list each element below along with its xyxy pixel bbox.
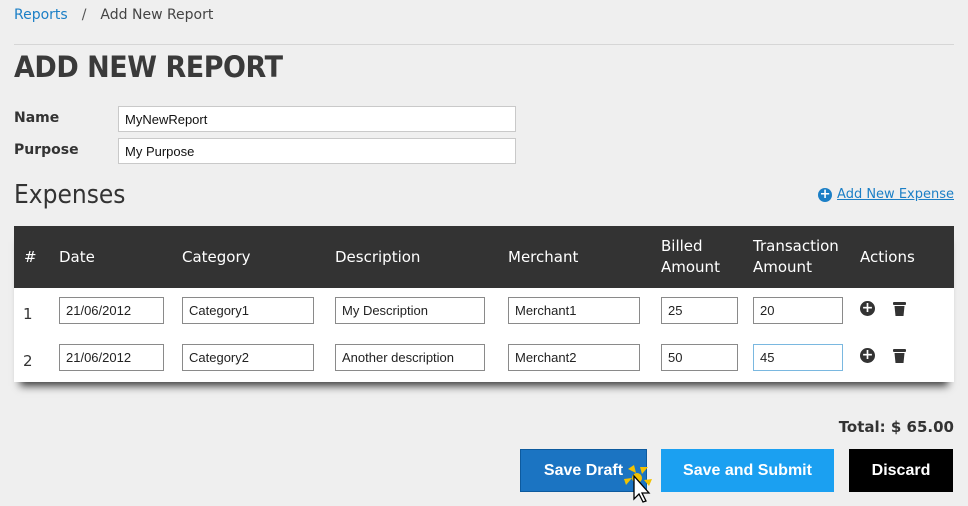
col-header-transaction-line2: Amount: [753, 258, 812, 276]
date-input[interactable]: [59, 344, 164, 371]
row-number: 2: [23, 352, 33, 370]
breadcrumb-reports-link[interactable]: Reports: [14, 7, 68, 23]
header-divider: [14, 44, 954, 45]
description-input[interactable]: [335, 297, 485, 324]
col-header-billed-line1: Billed: [661, 237, 703, 255]
col-header-billed-line2: Amount: [661, 258, 720, 276]
name-label: Name: [14, 110, 60, 126]
table-row: 1 +: [14, 297, 954, 333]
discard-button[interactable]: Discard: [849, 449, 953, 492]
col-header-transaction-amount: Transaction Amount: [753, 226, 839, 288]
row-number: 1: [23, 305, 33, 323]
save-and-submit-button[interactable]: Save and Submit: [661, 449, 834, 492]
table-row: 2 +: [14, 344, 954, 380]
merchant-input[interactable]: [508, 297, 640, 324]
total-amount: Total: $ 65.00: [838, 418, 954, 436]
trash-icon[interactable]: [893, 301, 906, 320]
name-input[interactable]: [118, 106, 516, 132]
trash-icon[interactable]: [893, 348, 906, 367]
breadcrumb-current: Add New Report: [100, 7, 214, 23]
transaction-amount-input[interactable]: [753, 297, 843, 324]
expenses-title: Expenses: [14, 180, 126, 210]
expenses-table: # Date Category Description Merchant Bil…: [14, 226, 954, 382]
col-header-description: Description: [335, 247, 421, 266]
plus-circle-icon[interactable]: +: [860, 301, 875, 316]
date-input[interactable]: [59, 297, 164, 324]
page-title: ADD NEW REPORT: [14, 50, 283, 84]
col-header-category: Category: [182, 247, 251, 266]
plus-circle-icon: +: [818, 186, 833, 202]
transaction-amount-input[interactable]: [753, 344, 843, 371]
col-header-actions: Actions: [860, 247, 915, 266]
col-header-num: #: [24, 247, 37, 266]
category-input[interactable]: [182, 344, 314, 371]
category-input[interactable]: [182, 297, 314, 324]
col-header-date: Date: [59, 247, 95, 266]
billed-amount-input[interactable]: [661, 344, 738, 371]
col-header-transaction-line1: Transaction: [753, 237, 839, 255]
add-new-expense-label: Add New Expense: [837, 187, 954, 202]
add-new-expense-link[interactable]: + Add New Expense: [818, 187, 954, 202]
table-header: # Date Category Description Merchant Bil…: [14, 226, 954, 288]
col-header-billed-amount: Billed Amount: [661, 226, 720, 288]
plus-circle-icon[interactable]: +: [860, 348, 875, 363]
merchant-input[interactable]: [508, 344, 640, 371]
col-header-merchant: Merchant: [508, 247, 579, 266]
breadcrumb-separator: /: [81, 7, 87, 23]
save-draft-button[interactable]: Save Draft: [520, 449, 647, 492]
breadcrumb: Reports / Add New Report: [14, 7, 213, 23]
purpose-input[interactable]: [118, 138, 516, 164]
description-input[interactable]: [335, 344, 485, 371]
purpose-label: Purpose: [14, 142, 79, 158]
billed-amount-input[interactable]: [661, 297, 738, 324]
